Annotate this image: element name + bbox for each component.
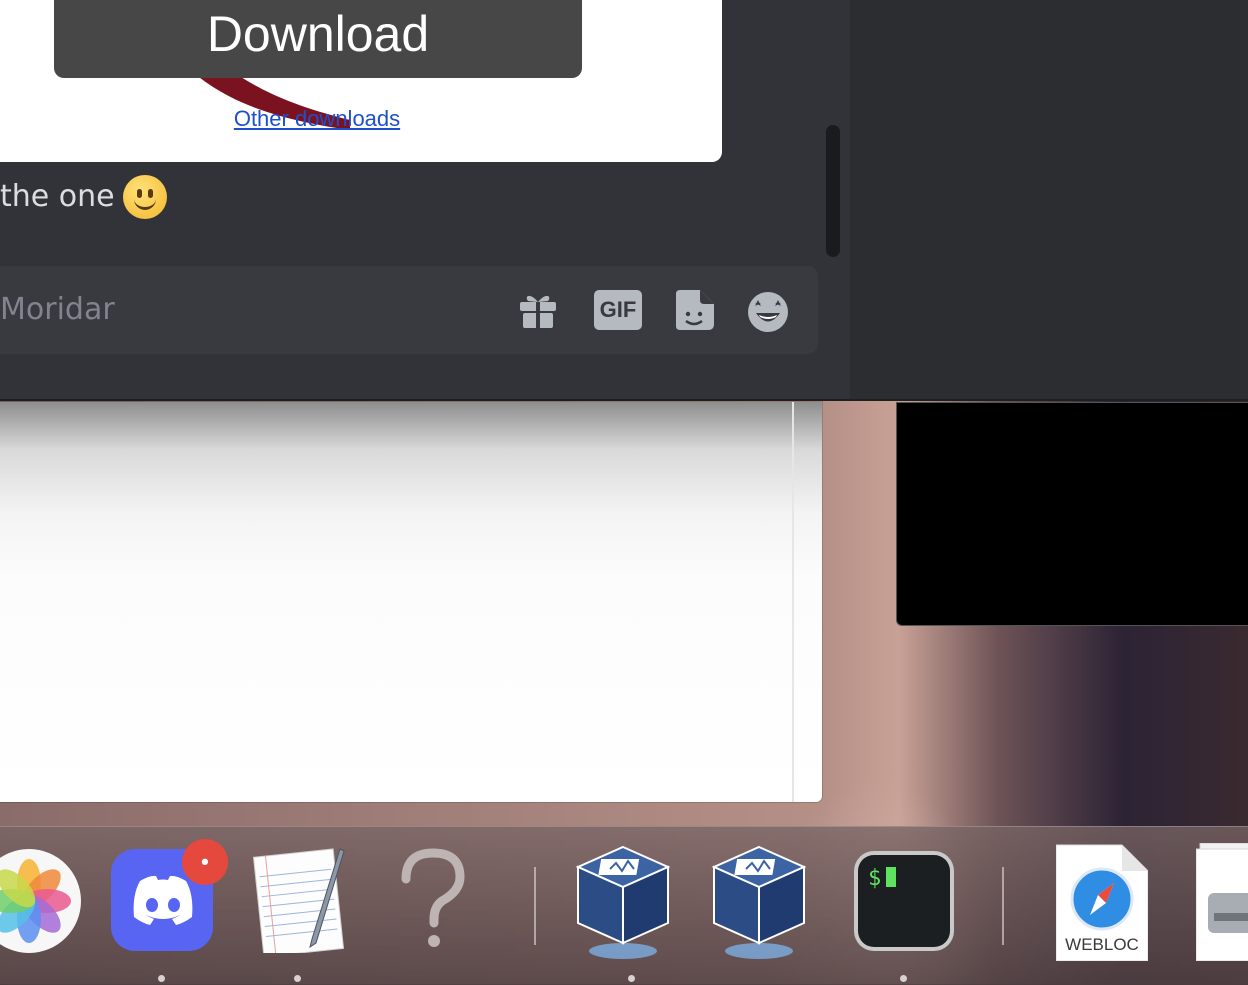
window-divider (0, 399, 1248, 401)
slightly-smiling-face-icon (122, 175, 167, 219)
gift-icon[interactable] (514, 286, 562, 334)
dock-separator (1002, 867, 1004, 945)
virtualbox-app-icon-2[interactable] (706, 843, 812, 959)
badge-count: • (201, 849, 209, 874)
disk-image-file-icon[interactable] (1195, 842, 1248, 962)
discord-window: Download Other downloads the one Moridar… (0, 0, 1248, 401)
notification-badge: • (182, 839, 228, 885)
running-indicator (294, 975, 301, 982)
message-composer[interactable]: Moridar GIF (0, 266, 818, 354)
gif-label: GIF (594, 290, 642, 330)
download-button[interactable]: Download (54, 0, 582, 78)
textedit-app-icon[interactable] (244, 843, 350, 958)
virtualbox-app-icon[interactable] (570, 843, 676, 959)
emoji-picker-icon[interactable] (744, 286, 792, 334)
running-indicator (628, 975, 635, 982)
webloc-file-icon[interactable]: WEBLOC (1056, 843, 1148, 961)
link-embed-card[interactable]: Download Other downloads (0, 0, 722, 162)
chat-message: the one (0, 172, 167, 222)
browser-window[interactable] (0, 402, 822, 802)
terminal-app-icon[interactable]: $ (852, 843, 958, 953)
gif-icon[interactable]: GIF (594, 286, 642, 334)
window-scroll-track[interactable] (792, 402, 794, 802)
terminal-window[interactable] (896, 402, 1248, 626)
photos-app-icon[interactable] (0, 843, 82, 953)
member-list-pane (850, 0, 1248, 400)
running-indicator (900, 975, 907, 982)
other-downloads-link[interactable]: Other downloads (0, 106, 644, 132)
message-input-placeholder[interactable]: Moridar (0, 288, 115, 332)
chat-scrollbar[interactable] (826, 125, 840, 257)
dock: • $ WEBLOC (0, 826, 1248, 985)
running-indicator (158, 975, 165, 982)
discord-app-icon[interactable]: • (110, 839, 228, 953)
dock-separator (534, 867, 536, 945)
message-text: the one (0, 179, 115, 214)
webloc-file-label: WEBLOC (1065, 935, 1139, 954)
sticker-icon[interactable] (670, 286, 718, 334)
terminal-prompt: $ (868, 866, 881, 891)
question-mark-icon[interactable] (380, 843, 486, 953)
